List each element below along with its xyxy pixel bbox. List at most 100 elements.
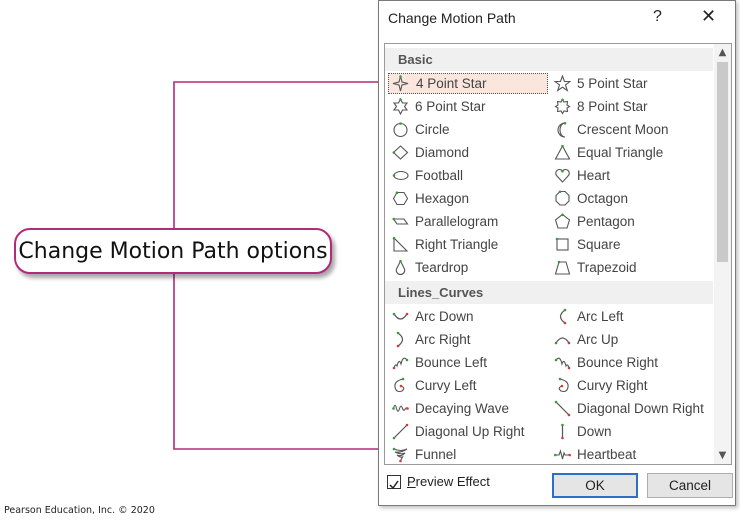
motion-path-crescent-moon[interactable]: Crescent Moon (550, 119, 710, 140)
copyright-credit: Pearson Education, Inc. © 2020 (4, 505, 155, 516)
circle-icon (393, 122, 408, 138)
motion-path-heartbeat[interactable]: Heartbeat (550, 444, 710, 464)
group-header: Basic (385, 48, 713, 71)
group-header: Lines_Curves (385, 281, 713, 304)
motion-path-circle[interactable]: Circle (388, 119, 548, 140)
scroll-up-icon[interactable]: ▲ (714, 44, 731, 61)
motion-path-label: Football (415, 168, 464, 183)
motion-path-label: Decaying Wave (415, 401, 510, 416)
dialog-titlebar: Change Motion Path ? ✕ (379, 1, 735, 37)
motion-path-label: Diagonal Up Right (415, 424, 525, 439)
parallelogram-icon (392, 217, 409, 225)
motion-path-heart[interactable]: Heart (550, 165, 710, 186)
five-point-star-icon (554, 75, 571, 92)
curvy-left-icon (394, 377, 405, 393)
motion-path-right-triangle[interactable]: Right Triangle (388, 234, 548, 255)
motion-path-football[interactable]: Football (388, 165, 548, 186)
eight-point-star-icon (554, 98, 571, 115)
help-button[interactable]: ? (653, 8, 662, 26)
motion-path-label: Curvy Right (577, 378, 648, 393)
motion-path-down[interactable]: Down (550, 421, 710, 442)
motion-path-four-point-star[interactable]: 4 Point Star (388, 73, 548, 94)
motion-path-diagonal-up-right[interactable]: Diagonal Up Right (388, 421, 548, 442)
trapezoid-icon (554, 260, 571, 275)
motion-path-label: Right Triangle (415, 237, 499, 252)
motion-path-label: 4 Point Star (416, 76, 487, 91)
arc-down-icon (392, 312, 409, 320)
motion-path-diamond[interactable]: Diamond (388, 142, 548, 163)
motion-path-label: Octagon (577, 191, 629, 206)
motion-path-decaying-wave[interactable]: Decaying Wave (388, 398, 548, 419)
motion-path-label: Crescent Moon (577, 122, 669, 137)
crescent-moon-icon (557, 121, 567, 138)
preview-effect-text: review Effect (415, 474, 490, 489)
scroll-down-icon[interactable]: ▼ (714, 447, 731, 464)
checkmark-icon (389, 480, 399, 490)
four-point-star-icon (392, 75, 409, 92)
motion-path-label: Arc Left (577, 309, 624, 324)
diagonal-down-right-icon (554, 400, 571, 417)
motion-path-label: Arc Up (577, 332, 619, 347)
arc-left-icon (559, 308, 567, 325)
motion-path-label: Arc Right (415, 332, 471, 347)
motion-path-equal-triangle[interactable]: Equal Triangle (550, 142, 710, 163)
motion-path-label: Heart (577, 168, 611, 183)
motion-path-arc-up[interactable]: Arc Up (550, 329, 710, 350)
arc-right-icon (396, 331, 404, 348)
motion-path-arc-down[interactable]: Arc Down (388, 306, 548, 327)
motion-path-trapezoid[interactable]: Trapezoid (550, 257, 710, 278)
motion-path-pentagon[interactable]: Pentagon (550, 211, 710, 232)
ok-button[interactable]: OK (552, 473, 638, 498)
motion-path-curvy-left[interactable]: Curvy Left (388, 375, 548, 396)
dialog-title: Change Motion Path (388, 10, 516, 26)
football-icon (392, 170, 409, 181)
down-icon (561, 423, 564, 440)
bounce-right-icon (554, 357, 571, 370)
motion-path-octagon[interactable]: Octagon (550, 188, 710, 209)
heart-icon (555, 168, 570, 183)
heartbeat-icon (554, 449, 571, 460)
motion-path-label: Circle (415, 122, 450, 137)
octagon-icon (555, 190, 570, 206)
scroll-thumb[interactable] (717, 62, 728, 262)
motion-path-funnel[interactable]: Funnel (388, 444, 548, 464)
motion-path-label: Bounce Left (415, 355, 488, 370)
funnel-icon (392, 447, 408, 463)
curvy-right-icon (558, 377, 569, 393)
motion-path-label: Teardrop (415, 260, 469, 275)
motion-path-curvy-right[interactable]: Curvy Right (550, 375, 710, 396)
motion-path-label: Trapezoid (577, 260, 637, 275)
motion-path-diagonal-down-right[interactable]: Diagonal Down Right (550, 398, 710, 419)
motion-path-hexagon[interactable]: Hexagon (388, 188, 548, 209)
list-scrollbar[interactable]: ▲ ▼ (714, 44, 731, 464)
motion-path-parallelogram[interactable]: Parallelogram (388, 211, 548, 232)
cancel-button[interactable]: Cancel (647, 473, 733, 498)
preview-effect-checkbox[interactable] (387, 475, 401, 490)
preview-effect-label[interactable]: Preview Effect (407, 474, 490, 489)
motion-path-bounce-left[interactable]: Bounce Left (388, 352, 548, 373)
preview-effect-accesskey: P (407, 474, 416, 489)
motion-path-label: Equal Triangle (577, 145, 664, 160)
pentagon-icon (554, 213, 571, 229)
motion-path-bounce-right[interactable]: Bounce Right (550, 352, 710, 373)
motion-path-label: 6 Point Star (415, 99, 486, 114)
motion-path-label: Hexagon (415, 191, 470, 206)
motion-path-list[interactable]: ▲ ▼ Basic 4 Point Star 5 Point Star 6 Point… (384, 43, 732, 465)
motion-path-arc-left[interactable]: Arc Left (550, 306, 710, 327)
motion-path-eight-point-star[interactable]: 8 Point Star (550, 96, 710, 117)
teardrop-icon (395, 259, 406, 276)
motion-path-label: 8 Point Star (577, 99, 648, 114)
motion-path-label: Parallelogram (415, 214, 499, 229)
six-point-star-icon (392, 98, 409, 115)
close-button[interactable]: ✕ (701, 6, 716, 27)
motion-path-arc-right[interactable]: Arc Right (388, 329, 548, 350)
motion-path-label: Heartbeat (577, 447, 637, 462)
motion-path-label: Curvy Left (415, 378, 477, 393)
motion-path-six-point-star[interactable]: 6 Point Star (388, 96, 548, 117)
motion-path-label: Square (577, 237, 621, 252)
motion-path-teardrop[interactable]: Teardrop (388, 257, 548, 278)
diagonal-up-right-icon (392, 423, 409, 440)
motion-path-five-point-star[interactable]: 5 Point Star (550, 73, 710, 94)
motion-path-square[interactable]: Square (550, 234, 710, 255)
motion-path-label: Bounce Right (577, 355, 659, 370)
